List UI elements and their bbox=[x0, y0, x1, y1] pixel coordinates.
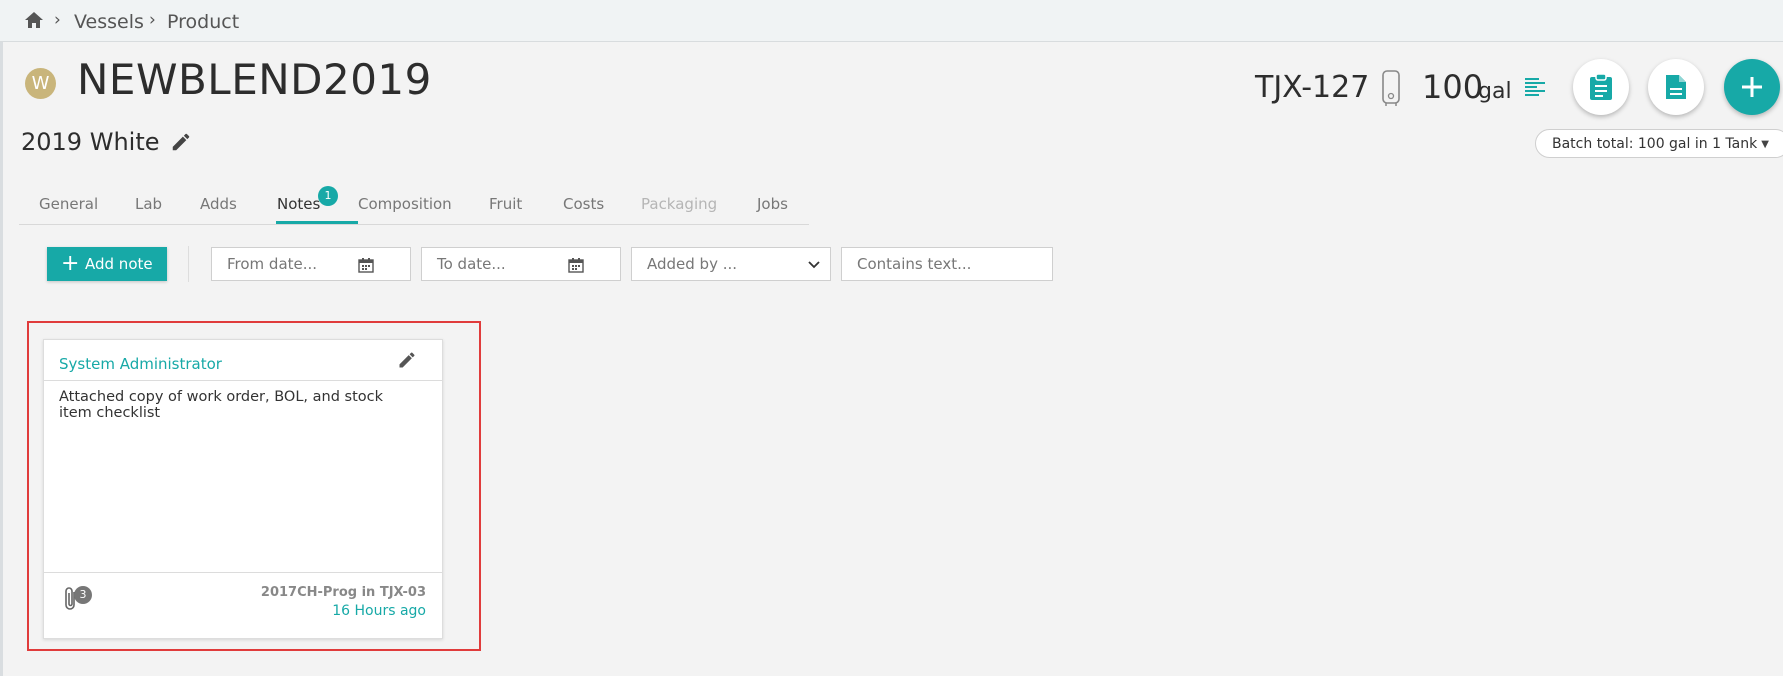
tab-general[interactable]: General bbox=[39, 195, 98, 213]
tab-bar: General Lab Adds Notes Composition Fruit… bbox=[19, 185, 809, 225]
active-tab-indicator bbox=[276, 221, 358, 224]
tab-notes[interactable]: Notes bbox=[277, 195, 320, 213]
home-icon[interactable] bbox=[24, 11, 44, 29]
edit-pencil-icon[interactable] bbox=[170, 131, 192, 153]
volume-unit: gal bbox=[1478, 79, 1512, 104]
breadcrumb-vessels[interactable]: Vessels bbox=[74, 11, 144, 33]
clipboard-button[interactable] bbox=[1573, 59, 1629, 115]
tab-costs[interactable]: Costs bbox=[563, 195, 604, 213]
tab-packaging: Packaging bbox=[641, 195, 718, 213]
clipboard-icon bbox=[1590, 73, 1612, 100]
note-author[interactable]: System Administrator bbox=[59, 355, 222, 373]
tab-fruit[interactable]: Fruit bbox=[489, 195, 522, 213]
note-card[interactable]: System Administrator Attached copy of wo… bbox=[43, 339, 443, 639]
batch-total-label: Batch total: 100 gal in 1 Tank bbox=[1552, 136, 1758, 152]
toolbar-divider bbox=[188, 246, 189, 282]
breadcrumb-separator: › bbox=[149, 10, 156, 30]
notes-count-badge: 1 bbox=[318, 186, 338, 206]
card-header-divider bbox=[44, 380, 442, 381]
calendar-icon[interactable] bbox=[358, 257, 374, 273]
left-frame-edge bbox=[0, 0, 3, 676]
plus-icon bbox=[1742, 77, 1762, 97]
attachment-count-badge: 3 bbox=[74, 586, 92, 604]
caret-down-icon: ▼ bbox=[1761, 139, 1769, 150]
plus-icon: + bbox=[61, 251, 80, 276]
avatar: W bbox=[25, 68, 56, 99]
add-button[interactable] bbox=[1724, 59, 1780, 115]
tank-icon bbox=[1382, 70, 1400, 106]
note-vessel: 2017CH-Prog in TJX-03 bbox=[260, 585, 426, 600]
contains-text-input[interactable]: Contains text... bbox=[841, 247, 1053, 281]
calendar-icon[interactable] bbox=[568, 257, 584, 273]
from-date-placeholder: From date... bbox=[227, 255, 318, 273]
breadcrumb-product[interactable]: Product bbox=[167, 11, 239, 33]
tab-jobs[interactable]: Jobs bbox=[757, 195, 788, 213]
page-title: NEWBLEND2019 bbox=[77, 55, 432, 104]
to-date-field[interactable]: To date... bbox=[421, 247, 621, 281]
breadcrumb: › Vessels › Product bbox=[0, 0, 1783, 42]
to-date-placeholder: To date... bbox=[437, 255, 506, 273]
batch-total-dropdown[interactable]: Batch total: 100 gal in 1 Tank ▼ bbox=[1535, 129, 1783, 158]
text-align-icon[interactable] bbox=[1524, 77, 1546, 97]
from-date-field[interactable]: From date... bbox=[211, 247, 411, 281]
vessel-code[interactable]: TJX-127 bbox=[1255, 70, 1369, 105]
chevron-down-icon bbox=[808, 261, 820, 269]
breadcrumb-separator: › bbox=[54, 10, 61, 30]
document-button[interactable] bbox=[1648, 59, 1704, 115]
volume-value: 100 bbox=[1422, 68, 1484, 106]
card-footer-divider bbox=[44, 572, 442, 573]
edit-note-icon[interactable] bbox=[397, 350, 417, 370]
tab-composition[interactable]: Composition bbox=[358, 195, 452, 213]
tab-adds[interactable]: Adds bbox=[200, 195, 237, 213]
add-note-label: Add note bbox=[85, 255, 153, 273]
page-subtitle: 2019 White bbox=[21, 128, 160, 156]
document-icon bbox=[1666, 75, 1686, 99]
added-by-placeholder: Added by ... bbox=[647, 255, 738, 273]
note-text: Attached copy of work order, BOL, and st… bbox=[59, 389, 383, 421]
tab-lab[interactable]: Lab bbox=[135, 195, 162, 213]
contains-text-placeholder: Contains text... bbox=[857, 255, 972, 273]
add-note-button[interactable]: + Add note bbox=[47, 247, 167, 281]
added-by-select[interactable]: Added by ... bbox=[631, 247, 831, 281]
note-timestamp: 16 Hours ago bbox=[332, 603, 426, 619]
